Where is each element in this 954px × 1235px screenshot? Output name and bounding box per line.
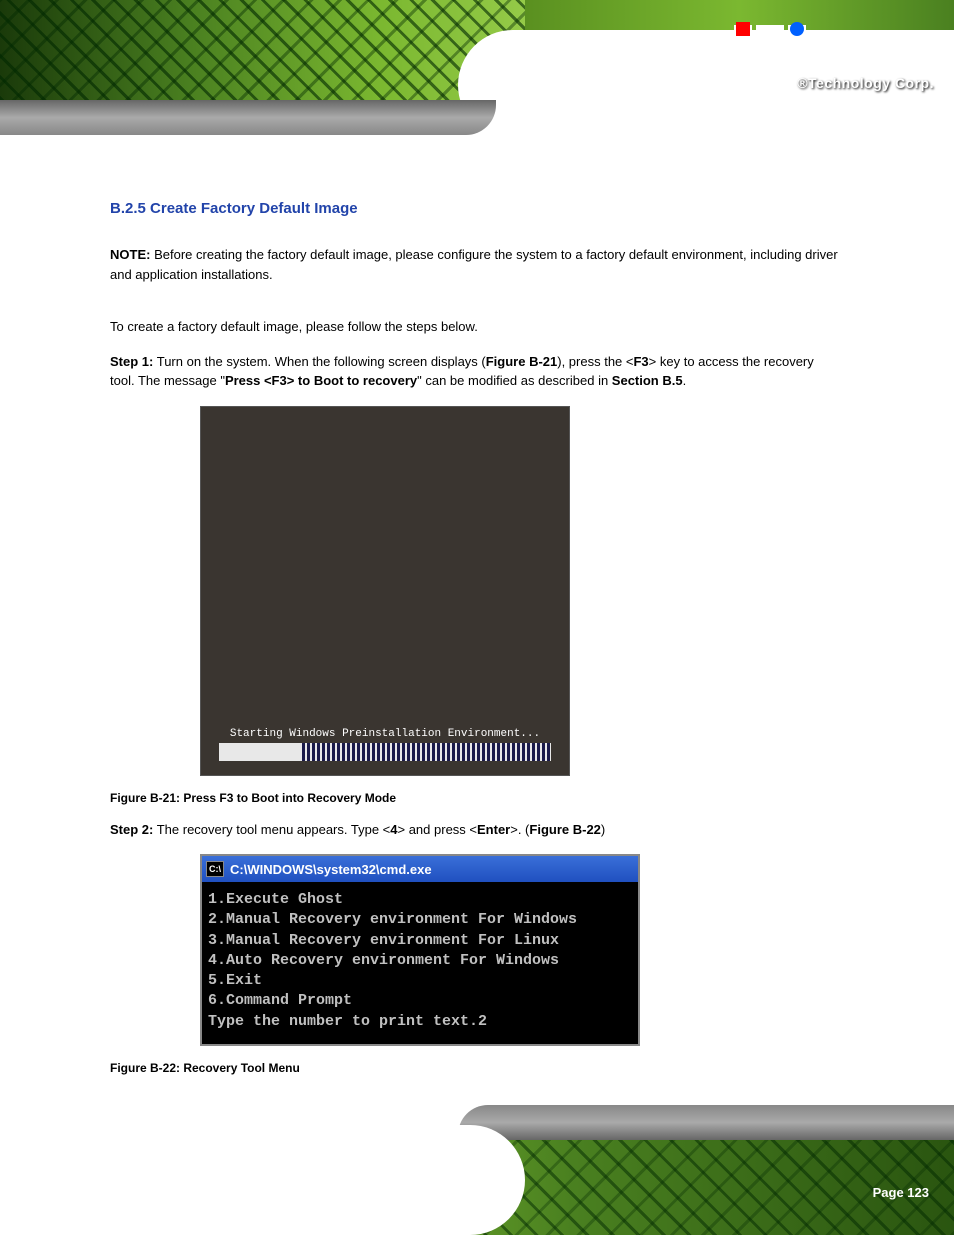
cmd-line-7: Type the number to print text.2	[208, 1012, 632, 1032]
figure-1-caption: Figure B-21: Press F3 to Boot into Recov…	[110, 791, 840, 805]
note-text: Before creating the factory default imag…	[110, 247, 838, 282]
winpe-loading-text: Starting Windows Preinstallation Environ…	[201, 728, 569, 740]
step-1-paragraph: Step 1: Turn on the system. When the fol…	[110, 352, 840, 391]
cmd-titlebar: C:\ C:\WINDOWS\system32\cmd.exe	[202, 856, 638, 882]
cmd-line-3: 3.Manual Recovery environment For Linux	[208, 931, 632, 951]
step-2-label: Step 2:	[110, 822, 153, 837]
section-heading: B.2.5 Create Factory Default Image	[110, 200, 840, 217]
note-label: NOTE:	[110, 247, 150, 262]
step-1-text-a: Turn on the system. When the following s…	[157, 354, 486, 369]
step-1-msg: Press <F3> to Boot to recovery	[225, 373, 417, 388]
step-1-text-d: " can be modified as described in	[417, 373, 612, 388]
cmd-icon: C:\	[206, 861, 224, 877]
step-2-paragraph: Step 2: The recovery tool menu appears. …	[110, 820, 840, 840]
step-2-text-a: The recovery tool menu appears. Type <	[157, 822, 391, 837]
cmd-line-1: 1.Execute Ghost	[208, 890, 632, 910]
company-name: ®Technology Corp.	[797, 75, 934, 91]
figure-2-screenshot: C:\ C:\WINDOWS\system32\cmd.exe 1.Execut…	[200, 854, 640, 1046]
top-banner: ®Technology Corp.	[0, 0, 954, 150]
content-area: B.2.5 Create Factory Default Image NOTE:…	[110, 200, 840, 1090]
logo-i-2	[788, 25, 806, 75]
cmd-body: 1.Execute Ghost 2.Manual Recovery enviro…	[202, 882, 638, 1044]
step-2-figure-ref: Figure B-22	[529, 822, 601, 837]
intro-text: To create a factory default image, pleas…	[110, 317, 840, 337]
step-1-key: F3	[633, 354, 648, 369]
step-1-section-ref: Section B.5	[612, 373, 683, 388]
grey-bar-bottom	[458, 1105, 954, 1140]
step-1-text-b: ), press the <	[557, 354, 633, 369]
cmd-line-6: 6.Command Prompt	[208, 991, 632, 1011]
progress-fill	[302, 743, 551, 761]
step-1-label: Step 1:	[110, 354, 153, 369]
step-2-key: 4	[390, 822, 397, 837]
logo-e	[756, 25, 784, 75]
figure-2-caption: Figure B-22: Recovery Tool Menu	[110, 1061, 840, 1075]
note-paragraph: NOTE: Before creating the factory defaul…	[110, 245, 840, 284]
grey-bar-top	[0, 100, 496, 135]
step-1-figure-ref: Figure B-21	[486, 354, 558, 369]
progress-bar	[219, 743, 551, 761]
step-2-text-d: )	[601, 822, 605, 837]
circuit-pattern-left	[0, 0, 525, 100]
logo-i-1	[734, 25, 752, 75]
step-2-key2: Enter	[477, 822, 510, 837]
step-2-text-c: >. (	[510, 822, 529, 837]
cmd-line-2: 2.Manual Recovery environment For Window…	[208, 910, 632, 930]
cmd-line-4: 4.Auto Recovery environment For Windows	[208, 951, 632, 971]
company-logo	[734, 15, 809, 75]
white-curve-bottom	[0, 1125, 525, 1235]
figure-1-screenshot: Starting Windows Preinstallation Environ…	[200, 406, 570, 776]
cmd-title-text: C:\WINDOWS\system32\cmd.exe	[230, 862, 432, 877]
step-2-text-b: > and press <	[398, 822, 478, 837]
cmd-line-5: 5.Exit	[208, 971, 632, 991]
step-1-text-e: .	[683, 373, 687, 388]
bottom-banner: Page 123	[0, 1115, 954, 1235]
page-number: Page 123	[873, 1185, 929, 1200]
